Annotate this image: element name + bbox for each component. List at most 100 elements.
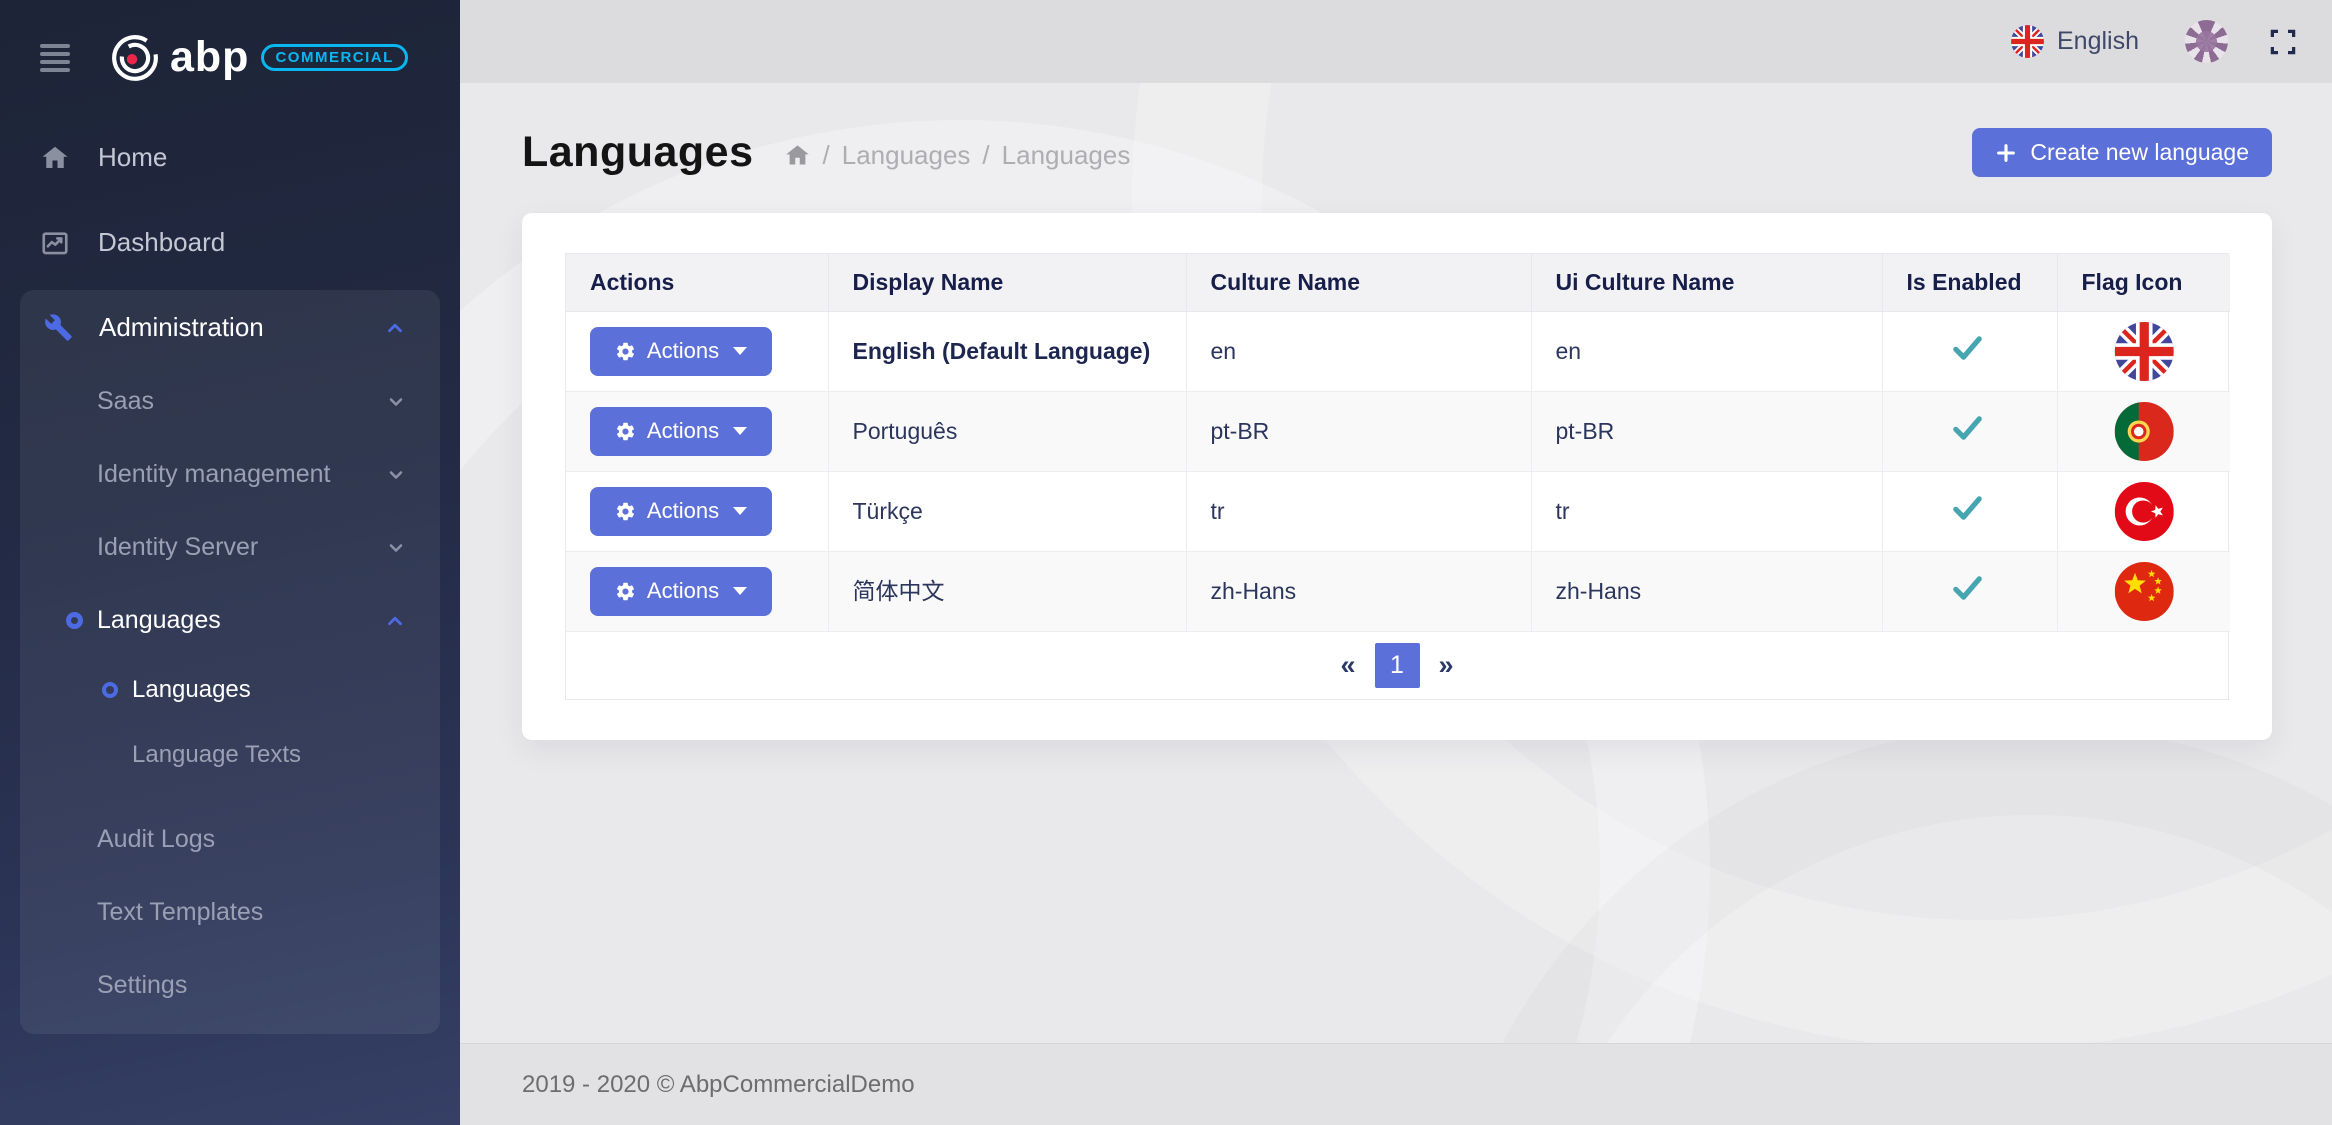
row-actions-button[interactable]: Actions bbox=[590, 567, 772, 616]
cell-display-name: English (Default Language) bbox=[828, 311, 1186, 391]
page-header: Languages / Languages / Languages Create… bbox=[522, 128, 2272, 177]
sidebar-item-identity-management[interactable]: Identity management bbox=[20, 438, 440, 511]
wrench-icon bbox=[44, 313, 76, 342]
sidebar-item-label: Dashboard bbox=[98, 227, 225, 258]
chevron-down-icon bbox=[386, 392, 406, 412]
sidebar-item-label: Identity management bbox=[97, 460, 330, 489]
row-actions-button[interactable]: Actions bbox=[590, 487, 772, 536]
breadcrumb: / Languages / Languages bbox=[784, 134, 1131, 171]
table-row: Actions 简体中文 zh-Hans zh-Hans bbox=[566, 551, 2230, 631]
sidebar-item-label: Language Texts bbox=[132, 741, 301, 769]
sidebar-item-language-texts[interactable]: Language Texts bbox=[20, 722, 440, 787]
sidebar-brand: abp COMMERCIAL bbox=[0, 0, 460, 115]
column-header-actions: Actions bbox=[566, 254, 828, 311]
chevron-up-icon bbox=[384, 610, 406, 632]
breadcrumb-item-languages-2[interactable]: Languages bbox=[1002, 140, 1131, 171]
column-header-flag-icon: Flag Icon bbox=[2057, 254, 2230, 311]
sidebar-item-label: Languages bbox=[97, 606, 221, 635]
row-actions-button[interactable]: Actions bbox=[590, 407, 772, 456]
copyright-text: 2019 - 2020 © AbpCommercialDemo bbox=[522, 1071, 915, 1099]
cell-culture-name: tr bbox=[1186, 471, 1531, 551]
abp-logo-text: abp bbox=[170, 36, 249, 79]
breadcrumb-item-languages[interactable]: Languages bbox=[842, 140, 971, 171]
sidebar-item-text-templates[interactable]: Text Templates bbox=[20, 876, 440, 949]
sidebar-item-saas[interactable]: Saas bbox=[20, 365, 440, 438]
column-header-display-name: Display Name bbox=[828, 254, 1186, 311]
create-new-language-button[interactable]: Create new language bbox=[1972, 128, 2272, 177]
sidebar-item-dashboard[interactable]: Dashboard bbox=[0, 200, 460, 285]
pagination-prev-button[interactable]: « bbox=[1321, 650, 1374, 681]
administration-panel: Administration Saas Identity management bbox=[20, 290, 440, 1034]
dot-circle-icon bbox=[102, 682, 118, 698]
sidebar-item-identity-server[interactable]: Identity Server bbox=[20, 511, 440, 584]
abp-logo[interactable]: abp COMMERCIAL bbox=[110, 33, 408, 83]
abp-logo-badge: COMMERCIAL bbox=[261, 44, 407, 71]
pagination: « 1 » bbox=[566, 632, 2228, 699]
column-header-ui-culture-name: Ui Culture Name bbox=[1531, 254, 1882, 311]
pagination-page-1[interactable]: 1 bbox=[1375, 643, 1420, 688]
sidebar: abp COMMERCIAL Home Dashboar bbox=[0, 0, 460, 1125]
cell-culture-name: zh-Hans bbox=[1186, 551, 1531, 631]
main-area: English Languages / Languages / Language… bbox=[460, 0, 2332, 1125]
gear-icon bbox=[615, 341, 636, 362]
china-flag-icon bbox=[2082, 562, 2207, 621]
caret-down-icon bbox=[733, 587, 747, 595]
sidebar-item-home[interactable]: Home bbox=[0, 115, 460, 200]
sidebar-nav: Home Dashboard Administration bbox=[0, 115, 460, 1034]
fullscreen-icon bbox=[2268, 27, 2298, 57]
cell-display-name: 简体中文 bbox=[828, 551, 1186, 631]
breadcrumb-separator: / bbox=[823, 140, 830, 171]
chevron-up-icon bbox=[384, 317, 406, 339]
cell-ui-culture-name: en bbox=[1531, 311, 1882, 391]
enabled-check-icon bbox=[1951, 575, 1984, 601]
column-header-is-enabled: Is Enabled bbox=[1882, 254, 2057, 311]
footer: 2019 - 2020 © AbpCommercialDemo bbox=[460, 1043, 2332, 1125]
actions-button-label: Actions bbox=[647, 418, 719, 444]
gear-icon bbox=[615, 581, 636, 602]
fullscreen-button[interactable] bbox=[2268, 27, 2298, 57]
sidebar-item-label: Text Templates bbox=[97, 898, 263, 927]
enabled-check-icon bbox=[1951, 415, 1984, 441]
sidebar-item-languages[interactable]: Languages bbox=[20, 584, 440, 657]
home-icon[interactable] bbox=[784, 142, 811, 169]
actions-button-label: Actions bbox=[647, 338, 719, 364]
topbar: English bbox=[460, 0, 2332, 83]
app-root: abp COMMERCIAL Home Dashboar bbox=[0, 0, 2332, 1125]
create-button-label: Create new language bbox=[2030, 139, 2249, 166]
language-label: English bbox=[2057, 27, 2139, 56]
row-actions-button[interactable]: Actions bbox=[590, 327, 772, 376]
sidebar-item-settings[interactable]: Settings bbox=[20, 949, 440, 1022]
cell-display-name: Português bbox=[828, 391, 1186, 471]
sidebar-item-administration[interactable]: Administration bbox=[20, 290, 440, 365]
uk-flag-icon bbox=[2011, 25, 2044, 58]
cell-culture-name: en bbox=[1186, 311, 1531, 391]
sidebar-item-label: Audit Logs bbox=[97, 825, 215, 854]
pagination-next-button[interactable]: » bbox=[1420, 650, 1473, 681]
languages-table: Actions Display Name Culture Name Ui Cul… bbox=[565, 253, 2229, 700]
table-row: Actions English (Default Language) en en bbox=[566, 311, 2230, 391]
enabled-check-icon bbox=[1951, 495, 1984, 521]
caret-down-icon bbox=[733, 427, 747, 435]
table-row: Actions Türkçe tr tr bbox=[566, 471, 2230, 551]
sidebar-item-audit-logs[interactable]: Audit Logs bbox=[20, 803, 440, 876]
enabled-check-icon bbox=[1951, 335, 1984, 361]
gear-icon bbox=[615, 501, 636, 522]
menu-toggle-icon[interactable] bbox=[40, 44, 70, 72]
page-content: Languages / Languages / Languages Create… bbox=[460, 83, 2332, 1043]
abp-logo-mark-icon bbox=[110, 33, 160, 83]
sidebar-item-label: Settings bbox=[97, 971, 187, 1000]
sidebar-item-label: Home bbox=[98, 142, 167, 173]
caret-down-icon bbox=[733, 507, 747, 515]
table-row: Actions Português pt-BR pt-BR bbox=[566, 391, 2230, 471]
chevron-down-icon bbox=[386, 538, 406, 558]
home-icon bbox=[40, 143, 74, 173]
cell-ui-culture-name: zh-Hans bbox=[1531, 551, 1882, 631]
sidebar-item-label: Administration bbox=[99, 312, 264, 343]
chevron-down-icon bbox=[386, 465, 406, 485]
user-avatar[interactable] bbox=[2185, 20, 2228, 63]
column-header-culture-name: Culture Name bbox=[1186, 254, 1531, 311]
sidebar-item-languages-child[interactable]: Languages bbox=[20, 657, 440, 722]
uk-flag-icon bbox=[2082, 322, 2207, 381]
portugal-flag-icon bbox=[2082, 402, 2207, 461]
language-switcher[interactable]: English bbox=[2011, 25, 2139, 58]
